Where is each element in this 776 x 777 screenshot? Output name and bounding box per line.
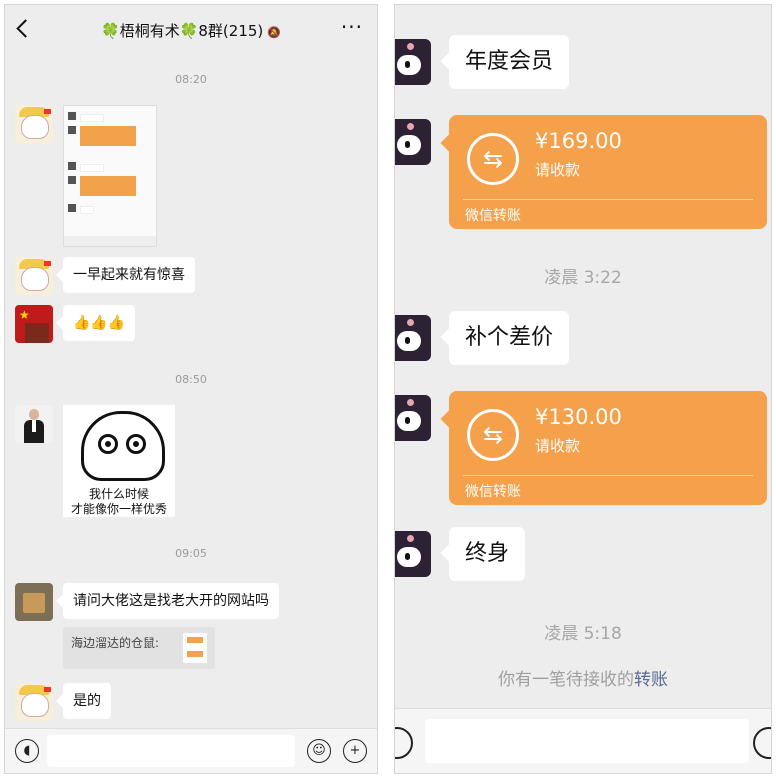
transfer-status: 请收款 [535,161,581,179]
avatar[interactable] [15,683,53,721]
transfer-icon: ⇆ [467,409,519,461]
quote-text: 海边溜达的仓鼠: [71,636,160,650]
message-bubble[interactable]: 请问大佬这是找老大开的网站吗 [63,583,279,619]
plus-icon[interactable]: + [343,739,367,763]
message-input[interactable] [425,719,749,763]
transfer-amount: ¥169.00 [535,129,622,153]
timestamp: 凌晨 5:18 [544,624,622,644]
avatar[interactable] [15,405,53,443]
message-bubble[interactable]: 终身 [449,527,526,581]
more-icon[interactable]: ··· [341,15,363,39]
avatar[interactable] [395,315,431,361]
pending-text: 你有一笔待接收的 [498,670,634,690]
avatar[interactable] [395,531,431,577]
avatar[interactable] [395,395,431,441]
group-title: 🍀梧桐有术🍀8群(215) 🔕 [5,20,377,41]
voice-icon[interactable]: ◖ [15,739,39,763]
sticker-image[interactable]: 我什么时候 才能像你一样优秀 [63,405,175,517]
chat-header: 🍀梧桐有术🍀8群(215) 🔕 ··· [5,5,377,55]
message-bubble[interactable]: 是的 [63,683,111,719]
message-bubble[interactable]: 年度会员 [449,35,570,89]
transfer-card[interactable]: ⇆ ¥169.00 请收款 微信转账 [449,115,767,229]
emoji-icon[interactable]: ☺ [307,739,331,763]
transfer-status: 请收款 [535,437,581,455]
message-input[interactable] [47,735,295,767]
avatar[interactable] [15,257,53,295]
timestamp: 09:05 [175,547,207,560]
input-bar: ◖ ☺ + [5,728,377,773]
screenshot-image[interactable] [63,105,157,247]
timestamp: 08:50 [175,373,207,386]
pending-transfer-notice: 你有一笔待接收的转账 [395,665,771,690]
transfer-amount: ¥130.00 [535,405,622,429]
voice-icon[interactable] [395,727,413,759]
transfer-link[interactable]: 转账 [634,670,668,690]
avatar[interactable] [395,39,431,85]
left-chat-screen: 🍀梧桐有术🍀8群(215) 🔕 ··· 08:20 一早起来就有惊喜 ★ 👍👍👍 … [4,4,378,774]
message-bubble[interactable]: 补个差价 [449,311,570,365]
message-bubble[interactable]: 一早起来就有惊喜 [63,257,195,293]
timestamp: 08:20 [175,73,207,86]
transfer-footer: 微信转账 [465,484,521,500]
input-bar [395,708,771,773]
mute-bell-icon: 🔕 [267,26,281,39]
avatar[interactable]: ★ [15,305,53,343]
emoji-icon[interactable] [753,727,771,759]
sticker-caption: 才能像你一样优秀 [70,502,167,516]
avatar[interactable] [15,105,53,143]
transfer-card[interactable]: ⇆ ¥130.00 请收款 微信转账 [449,391,767,505]
right-chat-screen: 年度会员 ⇆ ¥169.00 请收款 微信转账 凌晨 3:22 补个差价 ⇆ ¥… [394,4,772,774]
avatar[interactable] [395,119,431,165]
timestamp: 凌晨 3:22 [544,268,622,288]
group-title-text: 🍀梧桐有术🍀8群(215) [101,22,264,40]
quote-thumbnail [183,633,207,663]
transfer-footer: 微信转账 [465,208,521,224]
quoted-message[interactable]: 海边溜达的仓鼠: [63,627,215,669]
message-bubble[interactable]: 👍👍👍 [63,305,136,341]
transfer-icon: ⇆ [467,133,519,185]
avatar[interactable] [15,583,53,621]
